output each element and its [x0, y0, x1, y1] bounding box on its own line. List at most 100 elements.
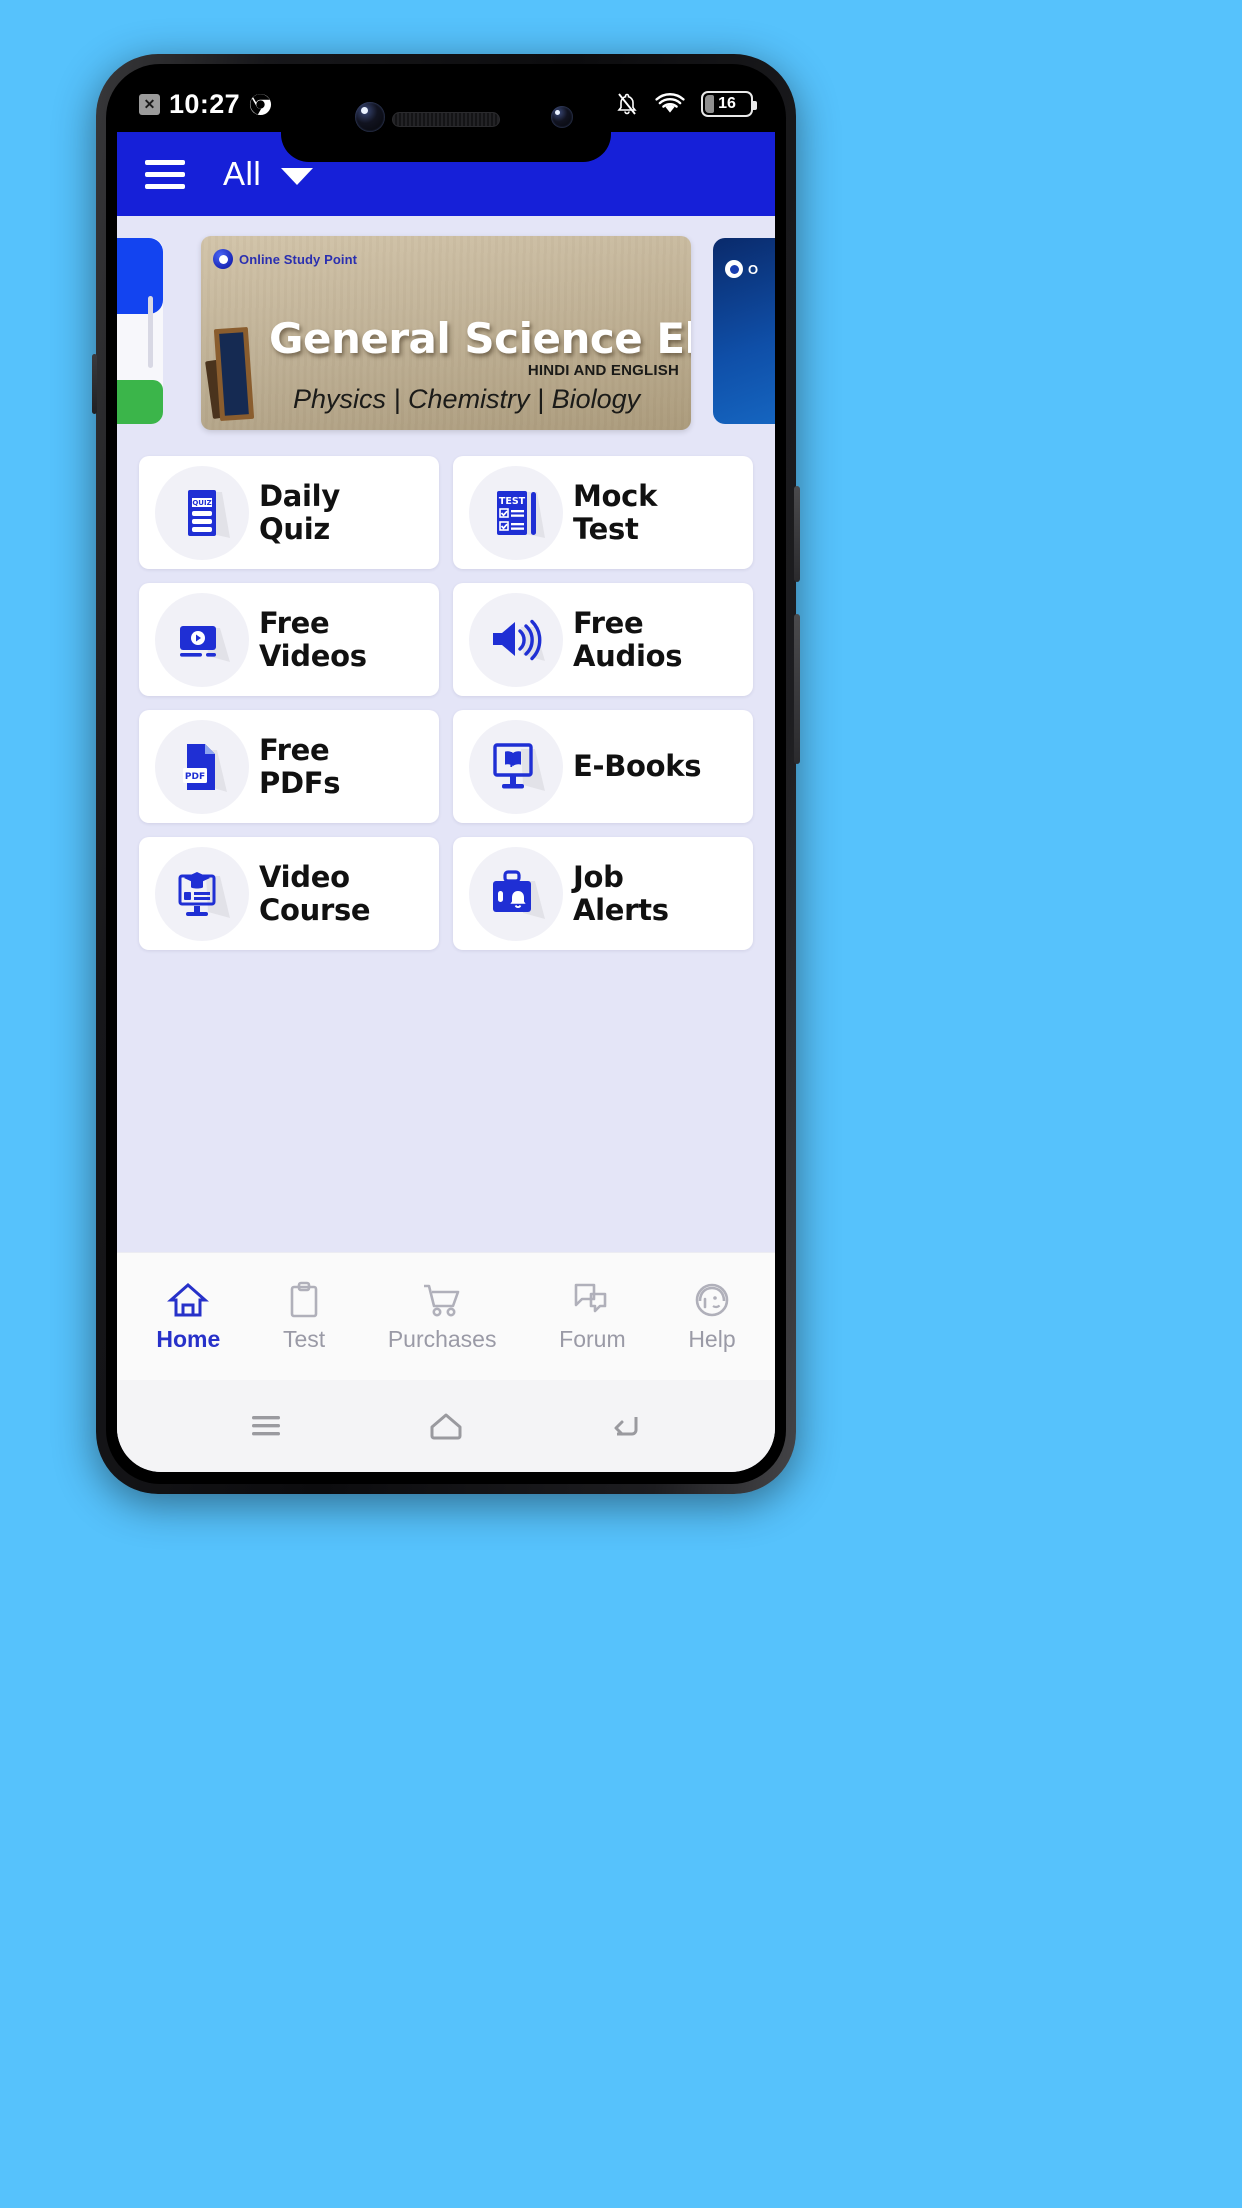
banner-logo-text: Online Study Point [239, 251, 358, 267]
tile-label-line2: Alerts [573, 892, 669, 927]
tile-daily-quiz[interactable]: QUIZ Daily Quiz [139, 456, 439, 569]
tile-job-alerts[interactable]: Job Alerts [453, 837, 753, 950]
books-illustration [205, 308, 265, 422]
battery-icon: 16 [701, 91, 757, 117]
front-camera-left [355, 102, 385, 132]
bell-off-icon [617, 93, 637, 115]
cart-icon [424, 1284, 460, 1317]
tile-label: Video Course [259, 860, 371, 927]
tile-ebooks[interactable]: E-Books [453, 710, 753, 823]
tile-label-line2: Test [573, 511, 639, 546]
phone-screen: ✕ 10:27 16 All Online Study Point Genera… [117, 76, 775, 1472]
phone-frame: ✕ 10:27 16 All Online Study Point Genera… [92, 54, 800, 1494]
feature-grid: QUIZ Daily Quiz TEST Mock Test Free Vide… [117, 438, 775, 1252]
chrome-icon [250, 93, 272, 115]
tile-label: Free Audios [573, 607, 682, 672]
carousel-next-slide[interactable]: O [713, 238, 775, 424]
phone-inner-bezel: ✕ 10:27 16 All Online Study Point Genera… [106, 64, 786, 1484]
tile-label-line1: Job [573, 860, 624, 895]
status-bar-left: ✕ 10:27 [139, 89, 272, 120]
carousel-previous-slide[interactable] [117, 238, 163, 424]
bottom-navigation-bar: Home Test Purchases Forum Help [117, 1252, 775, 1380]
banner-title: General Science Ebooks [269, 314, 691, 363]
status-bar-right: 16 [615, 91, 757, 117]
nav-item-purchases[interactable]: Purchases [387, 1280, 497, 1353]
tile-label-line1: Mock [573, 479, 658, 514]
tile-label-line2: Videos [259, 638, 367, 673]
banner-logo: Online Study Point [213, 249, 357, 269]
back-icon[interactable] [606, 1409, 646, 1443]
tile-label-line1: Daily [259, 479, 340, 514]
screenshot-root: ✕ 10:27 16 All Online Study Point Genera… [0, 0, 1242, 2208]
home-outline-icon[interactable] [424, 1409, 468, 1443]
battery-level-text: 16 [718, 95, 736, 112]
tile-label-line2: Course [259, 892, 371, 927]
tile-mock-test[interactable]: TEST Mock Test [453, 456, 753, 569]
app-content: All Online Study Point General Science E… [117, 132, 775, 1472]
wifi-icon [655, 93, 685, 113]
nav-label: Test [282, 1326, 326, 1352]
svg-text:PDF: PDF [185, 772, 205, 782]
battery-fill [705, 95, 714, 113]
category-filter-label[interactable]: All [223, 155, 261, 193]
next-slide-badge-icon [725, 260, 743, 278]
chat-icon [575, 1283, 607, 1313]
graduation-monitor-icon [155, 846, 249, 941]
tile-label: Mock Test [573, 480, 657, 545]
next-slide-logo-text: O [748, 261, 759, 277]
tile-label-line2: Quiz [259, 511, 330, 546]
nav-label: Forum [559, 1326, 626, 1352]
nav-item-test[interactable]: Test [283, 1280, 325, 1353]
next-slide-logo: O [725, 260, 758, 278]
tile-label: Free Videos [259, 607, 367, 672]
speaker-icon [469, 592, 563, 687]
tile-label: Daily Quiz [259, 480, 340, 545]
status-bar-clock: 10:27 [169, 88, 241, 119]
nav-item-help[interactable]: Help [688, 1280, 736, 1353]
tile-label: Free PDFs [259, 733, 341, 800]
video-player-icon [155, 592, 249, 687]
quiz-document-icon: QUIZ [155, 465, 249, 560]
nav-item-forum[interactable]: Forum [559, 1280, 626, 1353]
briefcase-bell-icon [469, 846, 563, 941]
x-badge-icon: ✕ [139, 93, 160, 115]
online-study-point-badge-icon [213, 249, 233, 269]
svg-text:TEST: TEST [499, 496, 526, 507]
display-notch [281, 76, 611, 162]
banner-subtitle: HINDI AND ENGLISH [527, 362, 679, 379]
test-checklist-icon: TEST [469, 465, 563, 560]
tile-video-course[interactable]: Video Course [139, 837, 439, 950]
nav-label: Help [688, 1326, 736, 1352]
tile-free-pdfs[interactable]: PDF Free PDFs [139, 710, 439, 823]
recents-icon[interactable] [246, 1409, 286, 1443]
nav-label: Purchases [387, 1326, 497, 1352]
pdf-file-icon: PDF [155, 719, 249, 814]
tile-label-line1: Video [259, 860, 350, 895]
banner-carousel[interactable]: Online Study Point General Science Ebook… [117, 230, 775, 438]
volume-button[interactable] [794, 614, 800, 764]
tile-label-line2: Audios [573, 638, 683, 673]
tile-free-videos[interactable]: Free Videos [139, 583, 439, 696]
tile-label-line2: PDFs [259, 765, 341, 800]
tile-label-line1: Free [573, 606, 644, 641]
power-button[interactable] [794, 486, 800, 582]
carousel-current-slide[interactable]: Online Study Point General Science Ebook… [201, 236, 691, 430]
svg-text:QUIZ: QUIZ [192, 499, 211, 507]
hamburger-menu-icon[interactable] [145, 159, 185, 189]
home-icon [167, 1282, 210, 1317]
earpiece-speaker [392, 112, 500, 127]
left-side-button[interactable] [92, 354, 97, 414]
front-camera-right [551, 106, 573, 128]
nav-item-home[interactable]: Home [156, 1280, 220, 1353]
nav-label: Home [156, 1326, 221, 1352]
tile-label: Job Alerts [573, 861, 669, 926]
tile-label-line1: Free [259, 606, 330, 641]
tile-label: E-Books [573, 749, 702, 784]
monitor-book-icon [469, 719, 563, 814]
tile-label-line1: Free [259, 733, 330, 768]
banner-subjects: Physics | Chemistry | Biology [293, 384, 641, 414]
tile-label-line1: E-Books [573, 749, 702, 784]
headset-icon [695, 1283, 729, 1317]
chevron-down-icon[interactable] [281, 167, 314, 185]
tile-free-audios[interactable]: Free Audios [453, 583, 753, 696]
